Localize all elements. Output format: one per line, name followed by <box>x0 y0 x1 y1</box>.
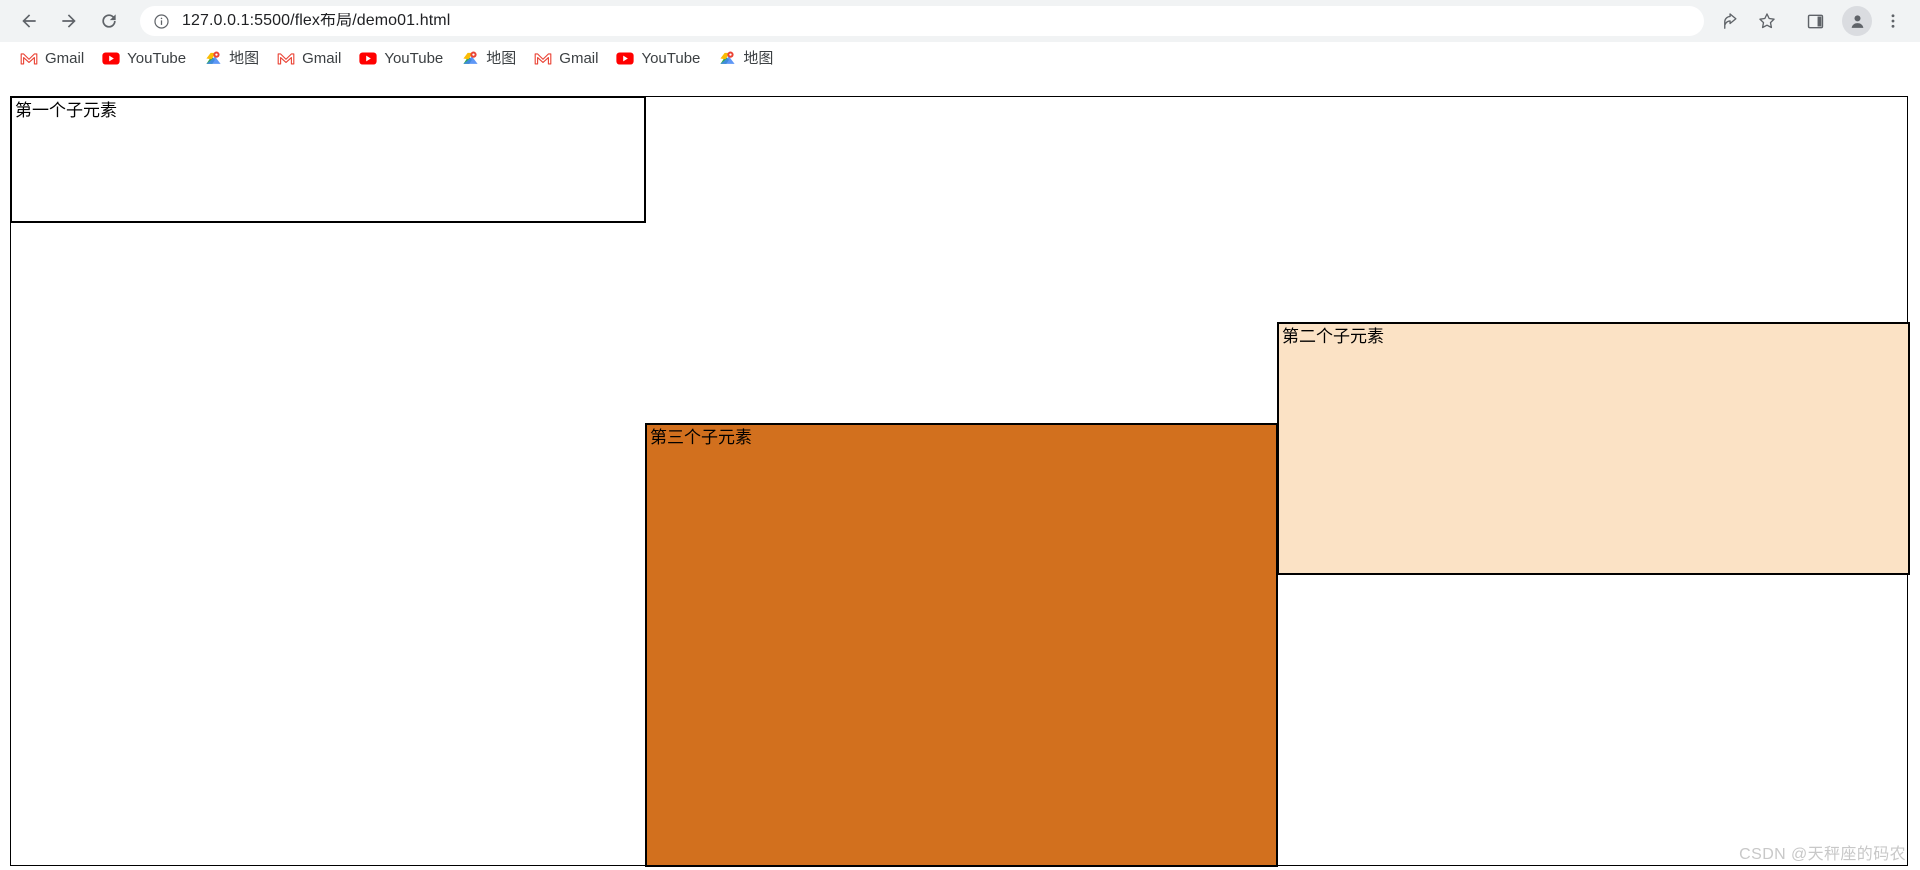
browser-toolbar: 127.0.0.1:5500/flex布局/demo01.html <box>0 0 1920 42</box>
google-maps-icon <box>461 50 479 68</box>
bookmark-label: 地图 <box>743 50 774 67</box>
gmail-icon <box>534 50 552 68</box>
gmail-icon <box>277 50 295 68</box>
browser-window: 127.0.0.1:5500/flex布局/demo01.html Gmail … <box>0 0 1920 870</box>
flex-child-3: 第三个子元素 <box>645 423 1278 867</box>
flex-child-1: 第一个子元素 <box>10 96 646 223</box>
youtube-icon <box>102 50 120 68</box>
forward-button[interactable] <box>52 4 86 38</box>
bookmarks-bar: Gmail YouTube 地图 Gmail YouTube 地图 Gmail … <box>0 42 1920 76</box>
bookmark-label: YouTube <box>384 50 444 67</box>
bookmark-item[interactable]: 地图 <box>710 46 781 72</box>
more-menu-icon[interactable] <box>1876 4 1910 38</box>
google-maps-icon <box>204 50 222 68</box>
flex-container: 第一个子元素 第二个子元素 第三个子元素 <box>10 96 1910 867</box>
bookmark-label: Gmail <box>302 50 342 67</box>
reload-button[interactable] <box>92 4 126 38</box>
flex-child-2: 第二个子元素 <box>1277 322 1910 575</box>
bookmark-item[interactable]: 地图 <box>453 46 524 72</box>
bookmark-item[interactable]: Gmail <box>12 46 92 72</box>
back-button[interactable] <box>12 4 46 38</box>
profile-avatar-icon[interactable] <box>1842 6 1872 36</box>
page-viewport: 第一个子元素 第二个子元素 第三个子元素 CSDN @天秤座的码农 <box>0 76 1920 870</box>
share-icon[interactable] <box>1714 4 1748 38</box>
star-icon[interactable] <box>1750 4 1784 38</box>
bookmark-label: YouTube <box>641 50 701 67</box>
youtube-icon <box>359 50 377 68</box>
bookmark-item[interactable]: Gmail <box>269 46 349 72</box>
bookmark-label: 地图 <box>229 50 260 67</box>
bookmark-item[interactable]: YouTube <box>608 46 708 72</box>
bookmark-label: YouTube <box>127 50 187 67</box>
bookmark-item[interactable]: 地图 <box>196 46 267 72</box>
flex-child-2-label: 第二个子元素 <box>1282 327 1384 346</box>
bookmark-label: Gmail <box>559 50 599 67</box>
bookmark-item[interactable]: YouTube <box>351 46 451 72</box>
google-maps-icon <box>718 50 736 68</box>
address-bar[interactable]: 127.0.0.1:5500/flex布局/demo01.html <box>140 6 1704 36</box>
bookmark-item[interactable]: Gmail <box>526 46 606 72</box>
url-text[interactable]: 127.0.0.1:5500/flex布局/demo01.html <box>182 13 450 29</box>
info-circle-icon[interactable] <box>152 12 170 30</box>
gmail-icon <box>20 50 38 68</box>
flex-child-3-label: 第三个子元素 <box>650 428 752 447</box>
toolbar-actions <box>1712 4 1910 38</box>
side-panel-icon[interactable] <box>1798 4 1832 38</box>
youtube-icon <box>616 50 635 68</box>
bookmark-item[interactable]: YouTube <box>94 46 194 72</box>
flex-child-1-label: 第一个子元素 <box>15 101 117 120</box>
bookmark-label: Gmail <box>45 50 85 67</box>
bookmark-label: 地图 <box>486 50 517 67</box>
